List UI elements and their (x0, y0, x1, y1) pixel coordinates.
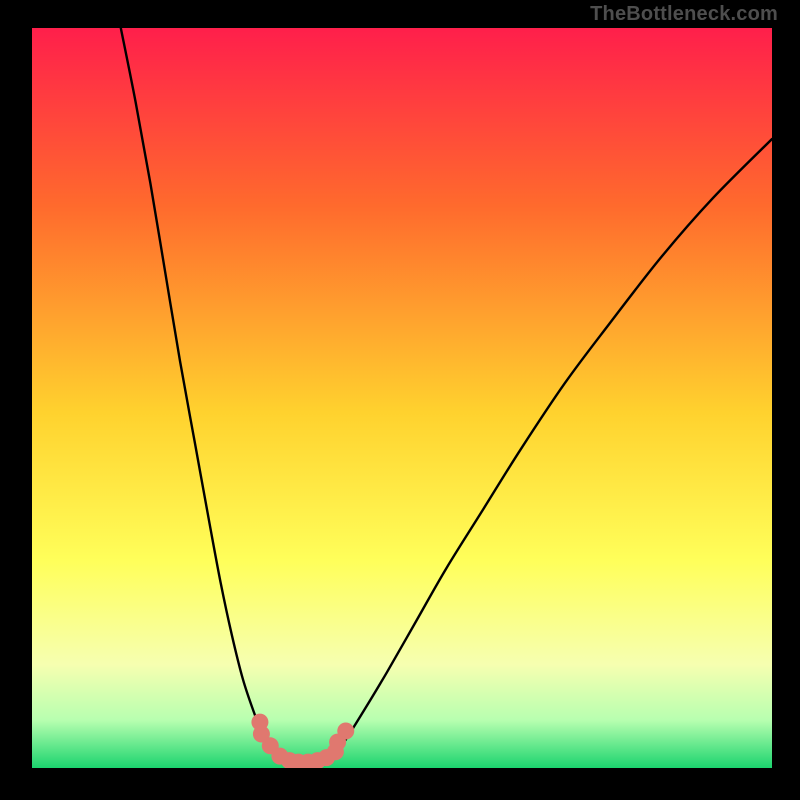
stage: TheBottleneck.com (0, 0, 800, 800)
bottleneck-curve (121, 28, 772, 764)
curve-path (121, 28, 772, 764)
marker-point (337, 723, 354, 740)
curve-layer (32, 28, 772, 768)
watermark-text: TheBottleneck.com (590, 3, 778, 26)
highlight-markers (251, 714, 354, 768)
plot-area (32, 28, 772, 768)
